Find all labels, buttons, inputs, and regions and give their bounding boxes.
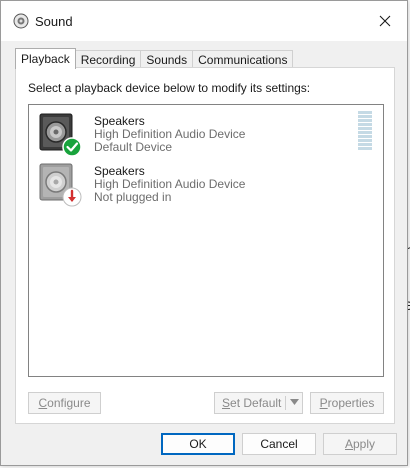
device-name: Speakers	[94, 114, 145, 128]
device-status: Default Device	[94, 140, 173, 154]
list-item-speakers-default[interactable]: Speakers High Definition Audio Device De…	[35, 111, 379, 161]
speaker-app-icon	[13, 13, 29, 29]
title-bar: Sound	[1, 1, 407, 41]
cancel-button[interactable]: Cancel	[242, 433, 316, 455]
ok-button[interactable]: OK	[161, 433, 235, 455]
speaker-device-icon	[39, 113, 82, 157]
device-list[interactable]: Speakers High Definition Audio Device De…	[28, 104, 384, 377]
close-button[interactable]	[367, 5, 403, 37]
sound-dialog: Sound Playback Recording Sounds Communic…	[0, 0, 408, 466]
device-name: Speakers	[94, 164, 145, 178]
tab-strip: Playback Recording Sounds Communications	[15, 48, 294, 69]
speaker-device-icon	[39, 163, 82, 207]
tab-playback[interactable]: Playback	[15, 48, 76, 69]
list-item-speakers-unplugged[interactable]: Speakers High Definition Audio Device No…	[35, 161, 379, 211]
instruction-text: Select a playback device below to modify…	[28, 81, 311, 95]
set-default-button[interactable]: Set Default	[214, 392, 303, 414]
chevron-down-icon[interactable]	[290, 399, 299, 405]
volume-level-meter	[358, 111, 372, 151]
close-icon	[379, 15, 391, 27]
device-status: Not plugged in	[94, 190, 172, 204]
playback-panel: Select a playback device below to modify…	[15, 67, 395, 424]
configure-button[interactable]: Configure	[28, 392, 101, 414]
device-driver: High Definition Audio Device	[94, 177, 246, 191]
properties-button[interactable]: Properties	[310, 392, 384, 414]
apply-button[interactable]: Apply	[323, 433, 397, 455]
device-driver: High Definition Audio Device	[94, 127, 246, 141]
unplugged-arrow-icon	[62, 187, 82, 207]
check-icon	[62, 137, 82, 157]
window-title: Sound	[35, 14, 73, 29]
